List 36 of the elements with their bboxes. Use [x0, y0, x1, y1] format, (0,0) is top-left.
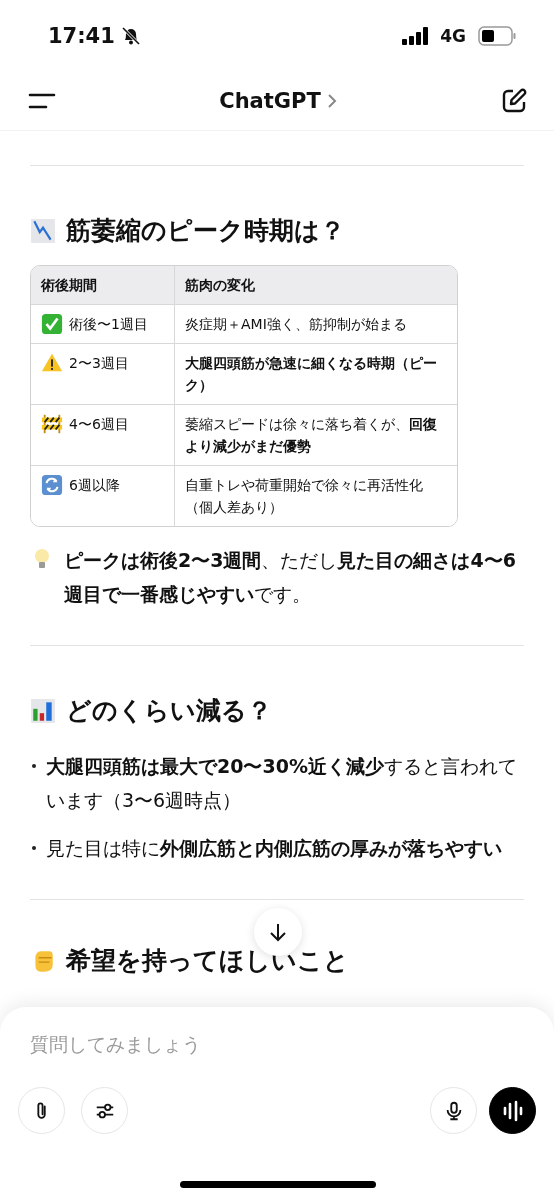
table-cell-text: 萎縮スピードは徐々に落ち着くが、回復より減少がまだ優勢 — [185, 415, 438, 456]
bar-chart-icon — [30, 697, 56, 724]
barrier-icon — [41, 413, 63, 435]
table-cell-text: 術後〜1週目 — [69, 315, 148, 334]
bell-off-icon — [120, 26, 141, 46]
tip-text: ピークは術後2〜3週間、ただし見た目の細さは4〜6週目で一番感じやすいです。 — [64, 548, 517, 607]
checkmark-icon — [41, 313, 63, 335]
section-heading: どのくらい減る？ — [66, 695, 272, 727]
battery-icon — [478, 26, 516, 46]
menu-button[interactable] — [28, 91, 56, 111]
table-cell-text: 6週以降 — [69, 476, 120, 495]
bullet-text: 大腿四頭筋は最大で20〜30%近く減少すると言われています（3〜6週時点） — [46, 754, 518, 813]
table-cell-text: 炎症期＋AMI強く、筋抑制が始まる — [185, 315, 407, 334]
chevron-right-icon — [326, 93, 337, 109]
network-label: 4G — [440, 26, 466, 46]
bullet-icon — [32, 764, 36, 768]
table-cell-text: 大腿四頭筋が急速に細くなる時期（ピーク） — [185, 354, 438, 395]
attach-button[interactable] — [18, 1087, 65, 1134]
table-cell-text: 4〜6週目 — [69, 415, 129, 434]
warning-icon — [41, 352, 63, 374]
microphone-button[interactable] — [430, 1087, 477, 1134]
bullet-icon — [32, 846, 36, 850]
arrow-down-icon — [267, 921, 289, 943]
chart-down-icon — [30, 217, 56, 244]
table-cell-text: 2〜3週目 — [69, 354, 129, 373]
repeat-icon — [41, 474, 63, 496]
settings-button[interactable] — [81, 1087, 128, 1134]
table-cell-text: 自重トレや荷重開始で徐々に再活性化（個人差あり） — [185, 476, 424, 517]
status-time: 17:41 — [48, 24, 115, 48]
column-header: 術後期間 — [40, 276, 98, 295]
voice-button[interactable] — [489, 1087, 536, 1134]
signal-icon — [402, 27, 431, 45]
bullet-text: 見た目は特に外側広筋と内側広筋の厚みが落ちやすい — [46, 836, 502, 861]
chat-title[interactable]: ChatGPT — [219, 89, 337, 113]
section-heading: 筋萎縮のピーク時期は？ — [66, 215, 345, 247]
new-chat-button[interactable] — [500, 87, 528, 115]
